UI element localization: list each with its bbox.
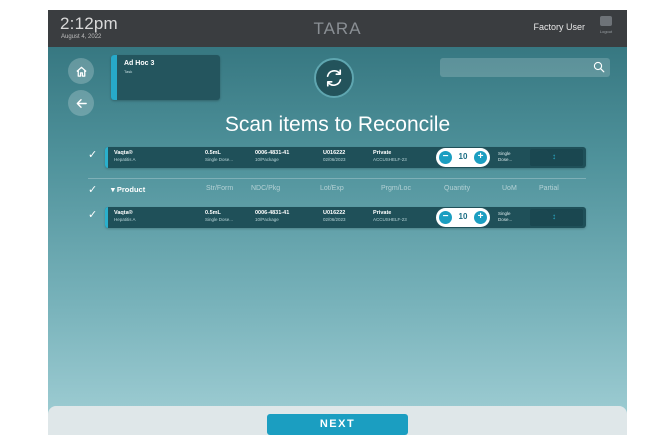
- search-icon: [593, 61, 605, 73]
- logout-icon: [600, 16, 612, 26]
- task-name: Ad Hoc 3: [124, 60, 155, 67]
- bottom-bar: NEXT: [48, 406, 627, 435]
- scanned-item-row[interactable]: Vaqta® Hepatitis A 0.5mL Single Dose... …: [105, 147, 586, 168]
- cell-uom: Single Dose...: [498, 151, 513, 162]
- quantity-decrement-button[interactable]: −: [439, 151, 452, 164]
- cell-product: Vaqta® Hepatitis A: [114, 150, 136, 162]
- quantity-value: 10: [458, 152, 468, 161]
- quantity-increment-button[interactable]: +: [474, 151, 487, 164]
- cell-str-form: 0.5mL Single Dose...: [205, 210, 234, 222]
- top-bar: 2:12pm August 4, 2022 TARA Factory User …: [48, 10, 627, 47]
- search-input[interactable]: [440, 58, 610, 77]
- cell-prgm-loc: Private ACCUSHELF-23: [373, 150, 407, 162]
- table-row[interactable]: Vaqta® Hepatitis A 0.5mL Single Dose... …: [105, 207, 586, 228]
- quantity-increment-button[interactable]: +: [474, 211, 487, 224]
- select-all-check-icon[interactable]: ✓: [88, 183, 97, 196]
- page-title: Scan items to Reconcile: [224, 113, 451, 136]
- quantity-decrement-button[interactable]: −: [439, 211, 452, 224]
- current-user: Factory User: [533, 22, 585, 32]
- app-screen: 2:12pm August 4, 2022 TARA Factory User …: [48, 10, 627, 435]
- cell-ndc-pkg: 0006-4831-41 10/Package: [255, 210, 290, 222]
- cell-ndc-pkg: 0006-4831-41 10/Package: [255, 150, 290, 162]
- logout-button[interactable]: Logout: [597, 16, 615, 40]
- column-header-str-form[interactable]: Str/Form: [206, 185, 233, 192]
- task-subtitle: Task: [124, 69, 133, 74]
- sort-arrows-icon: ↕: [552, 152, 556, 161]
- column-header-quantity[interactable]: Quantity: [444, 185, 470, 192]
- row-accent: [105, 147, 108, 168]
- section-divider: [88, 178, 586, 179]
- scanned-item-check-icon: ✓: [88, 149, 98, 161]
- column-header-ndc-pkg[interactable]: NDC/Pkg: [251, 185, 280, 192]
- cell-prgm-loc: Private ACCUSHELF-23: [373, 210, 407, 222]
- row-accent: [105, 207, 108, 228]
- column-header-uom[interactable]: UoM: [502, 185, 517, 192]
- table-header: ▾ Product Str/Form NDC/Pkg Lot/Exp Prgm/…: [105, 182, 586, 198]
- refresh-icon: [326, 69, 342, 87]
- partial-select[interactable]: ↕: [530, 209, 583, 226]
- logout-label: Logout: [599, 29, 613, 34]
- cell-lot-exp: U016222 02/06/2023: [323, 210, 346, 222]
- quantity-stepper[interactable]: − 10 +: [436, 208, 490, 227]
- partial-select[interactable]: ↕: [530, 149, 583, 166]
- sync-button[interactable]: [314, 58, 354, 98]
- sort-arrows-icon: ↕: [552, 212, 556, 221]
- item-check-icon[interactable]: ✓: [88, 208, 97, 221]
- column-header-lot-exp[interactable]: Lot/Exp: [320, 185, 344, 192]
- arrow-left-icon: [76, 98, 87, 108]
- column-header-prgm-loc[interactable]: Prgm/Loc: [381, 185, 411, 192]
- column-header-partial[interactable]: Partial: [539, 185, 559, 192]
- cell-str-form: 0.5mL Single Dose...: [205, 150, 234, 162]
- column-header-product[interactable]: ▾ Product: [111, 185, 145, 194]
- task-card[interactable]: Ad Hoc 3 Task: [111, 55, 220, 100]
- quantity-stepper[interactable]: − 10 +: [436, 148, 490, 167]
- task-card-accent: [111, 55, 117, 100]
- cell-uom: Single Dose...: [498, 211, 513, 222]
- home-icon: [75, 66, 87, 77]
- home-button[interactable]: [68, 58, 94, 84]
- cell-lot-exp: U016222 02/06/2023: [323, 150, 346, 162]
- quantity-value: 10: [458, 212, 468, 221]
- cell-product: Vaqta® Hepatitis A: [114, 210, 136, 222]
- next-button[interactable]: NEXT: [267, 414, 408, 435]
